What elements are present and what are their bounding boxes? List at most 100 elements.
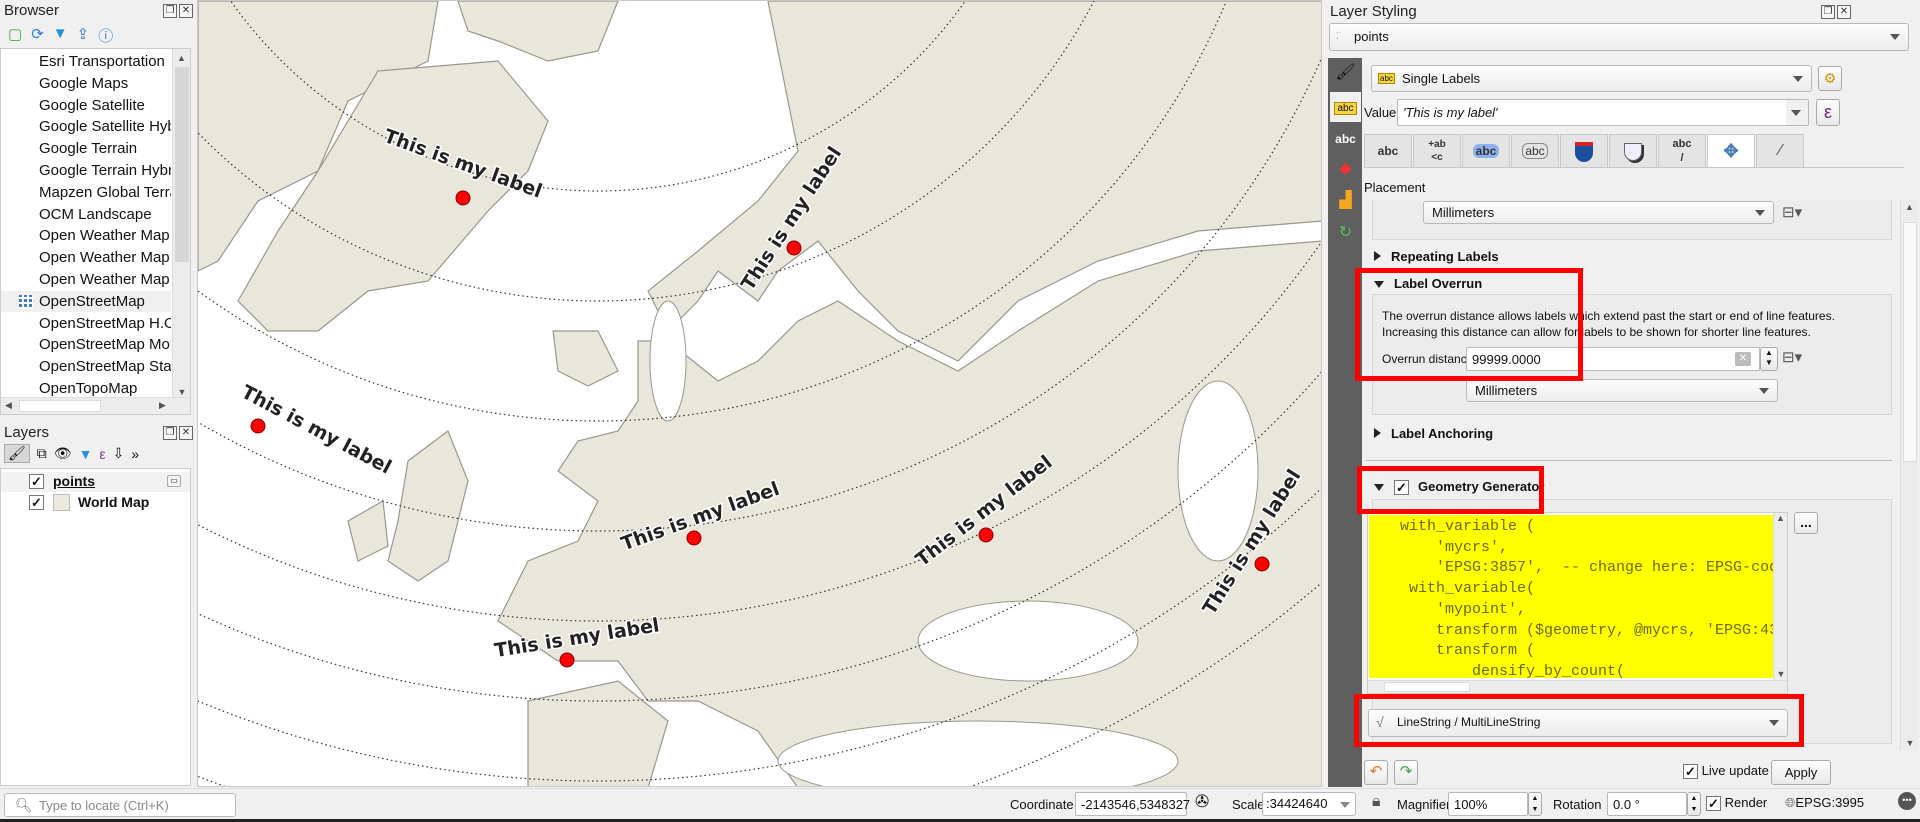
float-button[interactable]: ❐ <box>163 4 177 18</box>
browser-item[interactable]: Google Satellite <box>39 95 171 116</box>
editor-vertical-scrollbar[interactable]: ▲ ▼ <box>1773 513 1787 681</box>
close-button[interactable]: ✕ <box>179 426 193 440</box>
filter-icon[interactable]: ▼ <box>53 25 68 46</box>
float-button[interactable]: ❐ <box>1821 5 1835 19</box>
browser-item[interactable]: Google Satellite Hybrid <box>39 116 171 137</box>
overrun-spinner[interactable]: ▲ ▼ <box>1760 347 1778 371</box>
live-update-checkbox[interactable]: ✓ <box>1683 764 1698 780</box>
render-toggle[interactable]: ✓ Render <box>1706 795 1768 812</box>
visibility-icon[interactable]: 👁 <box>54 445 72 462</box>
editor-horizontal-scrollbar[interactable] <box>1368 680 1787 693</box>
browser-item[interactable]: OpenTopoMap <box>39 378 171 399</box>
close-button[interactable]: ✕ <box>179 4 193 18</box>
diagrams-icon[interactable]: ▟ <box>1330 186 1361 216</box>
expand-icon[interactable]: ⇩ <box>113 445 125 462</box>
tab-callouts[interactable]: abc / <box>1658 134 1706 168</box>
crs-button[interactable]: 🌐︎EPSG:3995 <box>1785 795 1864 811</box>
browser-item-label: OpenStreetMap Monochrome <box>39 336 171 354</box>
tab-text[interactable]: abc <box>1364 134 1412 168</box>
coordinate-input[interactable]: -2143546,5348327 <box>1075 792 1190 816</box>
redo-button[interactable]: ↷ <box>1394 760 1418 785</box>
browser-item[interactable]: Open Weather Map Wind <box>39 269 171 290</box>
lock-scale-icon[interactable]: 🔒︎ <box>1372 793 1381 811</box>
browser-item-label: Google Maps <box>39 74 129 92</box>
filter-indicator-icon[interactable]: ▭ <box>167 475 181 487</box>
browser-item[interactable]: Google Terrain Hybrid <box>39 160 171 181</box>
expression-filter-icon[interactable]: ε <box>99 446 105 462</box>
browser-item[interactable]: OpenStreetMap Monochrome <box>39 334 171 355</box>
repeating-labels-section[interactable]: Repeating Labels <box>1374 249 1499 264</box>
value-expression-input[interactable]: 'This is my label' <box>1397 99 1809 126</box>
3d-view-icon[interactable]: ◆ <box>1330 154 1361 184</box>
layers-tree[interactable]: ✓ points ▭ ✓ World Map <box>0 468 191 786</box>
data-defined-override-icon[interactable]: ⊟▾ <box>1782 348 1802 366</box>
masks-icon[interactable]: abc <box>1330 124 1361 154</box>
data-defined-override-icon[interactable]: ⊟▾ <box>1782 203 1802 221</box>
symbology-icon[interactable]: 🖌 <box>1330 58 1361 88</box>
expression-dialog-button[interactable]: ... <box>1794 512 1818 534</box>
undo-button[interactable]: ↶ <box>1364 760 1388 785</box>
labels-icon[interactable]: abc <box>1330 92 1361 122</box>
render-label: Render <box>1724 795 1768 810</box>
browser-item[interactable]: Google Maps <box>39 73 171 94</box>
browser-item[interactable]: OpenStreetMap <box>1 290 171 312</box>
apply-button[interactable]: Apply <box>1771 760 1831 785</box>
add-group-icon[interactable]: ⧉ <box>37 445 47 462</box>
info-icon[interactable]: ⓘ <box>98 25 113 46</box>
tab-placement[interactable]: ✥ <box>1707 134 1755 168</box>
add-selected-icon[interactable]: ▢ <box>8 25 22 46</box>
tab-shadow[interactable] <box>1609 134 1657 168</box>
rule-settings-button[interactable]: ⚙ <box>1818 66 1842 91</box>
render-checkbox[interactable]: ✓ <box>1706 796 1721 812</box>
history-icon[interactable]: ↻ <box>1330 218 1361 248</box>
layer-checkbox[interactable]: ✓ <box>29 474 44 489</box>
browser-item[interactable]: OpenStreetMap Standard <box>39 356 171 377</box>
geometry-expression-editor[interactable]: with_variable ( 'mycrs', 'EPSG:3857', --… <box>1367 512 1788 694</box>
tab-buffer[interactable]: abc <box>1462 134 1510 168</box>
overrun-units-combo[interactable]: Millimeters <box>1466 379 1778 402</box>
filter-icon[interactable]: ▼ <box>79 446 93 462</box>
settings-vertical-scrollbar[interactable]: ▲ ▼ <box>1900 200 1918 750</box>
tab-formatting[interactable]: +ab <c <box>1413 134 1461 168</box>
labeling-mode-combo[interactable]: abc Single Labels <box>1371 65 1812 92</box>
scale-combo[interactable]: :34424640 <box>1262 792 1356 816</box>
browser-tree[interactable]: Esri Transportation Google Maps Google Sat… <box>0 48 191 415</box>
layer-item-points[interactable]: ✓ points ▭ <box>1 472 190 492</box>
close-button[interactable]: ✕ <box>1837 5 1851 19</box>
vertical-scrollbar[interactable]: ▲ ▼ <box>172 49 190 399</box>
browser-item[interactable]: Mapzen Global Terrain <box>39 182 171 203</box>
collapse-all-icon[interactable]: ⇪ <box>77 25 90 46</box>
layer-combo[interactable]: ⁚˙ points <box>1329 23 1909 51</box>
browser-item-label: Mapzen Global Terrain <box>39 183 171 201</box>
expression-builder-button[interactable]: ε <box>1816 99 1840 126</box>
browser-item[interactable]: Open Weather Map Clouds <box>39 225 171 246</box>
browser-item[interactable]: Google Terrain <box>39 138 171 159</box>
tab-background[interactable] <box>1560 134 1608 168</box>
tab-rendering[interactable]: ⁄ <box>1756 134 1804 168</box>
label-anchoring-section[interactable]: Label Anchoring <box>1374 426 1493 441</box>
rotation-input[interactable]: 0.0 ° <box>1607 792 1687 816</box>
toggle-extents-icon[interactable]: ✇ <box>1195 792 1209 812</box>
locator-search-input[interactable]: 🔍︎ Type to locate (Ctrl+K) <box>4 793 236 817</box>
magnifier-input[interactable]: 100% <box>1448 792 1528 816</box>
refresh-icon[interactable]: ⟳ <box>31 25 44 46</box>
map-canvas[interactable]: This is my label This is my label This is … <box>197 0 1322 787</box>
tab-mask[interactable]: abc <box>1511 134 1559 168</box>
browser-item[interactable]: OpenStreetMap H.O.T. <box>39 313 171 334</box>
map-svg: This is my label This is my labelThis is … <box>198 1 1321 786</box>
horizontal-scrollbar[interactable]: ◀ ▶ <box>1 397 190 414</box>
magnifier-spinner[interactable]: ▲ ▼ <box>1528 792 1542 816</box>
rotation-spinner[interactable]: ▲ ▼ <box>1687 792 1701 816</box>
browser-item[interactable]: OCM Landscape <box>39 204 171 225</box>
live-update-toggle[interactable]: ✓ Live update <box>1683 763 1769 780</box>
browser-item[interactable]: Open Weather Map Temperature <box>39 247 171 268</box>
layer-checkbox[interactable]: ✓ <box>29 495 44 510</box>
browser-item[interactable]: Esri Transportation <box>39 51 171 72</box>
messages-icon[interactable]: ••• <box>1898 792 1916 810</box>
placement-units-combo[interactable]: Millimeters <box>1423 201 1774 224</box>
more-icon[interactable]: » <box>131 446 139 462</box>
float-button[interactable]: ❐ <box>163 426 177 440</box>
style-icon[interactable]: 🖌 <box>4 444 30 463</box>
layer-item-world-map[interactable]: ✓ World Map <box>1 493 190 513</box>
clear-icon[interactable]: ✕ <box>1735 352 1751 366</box>
